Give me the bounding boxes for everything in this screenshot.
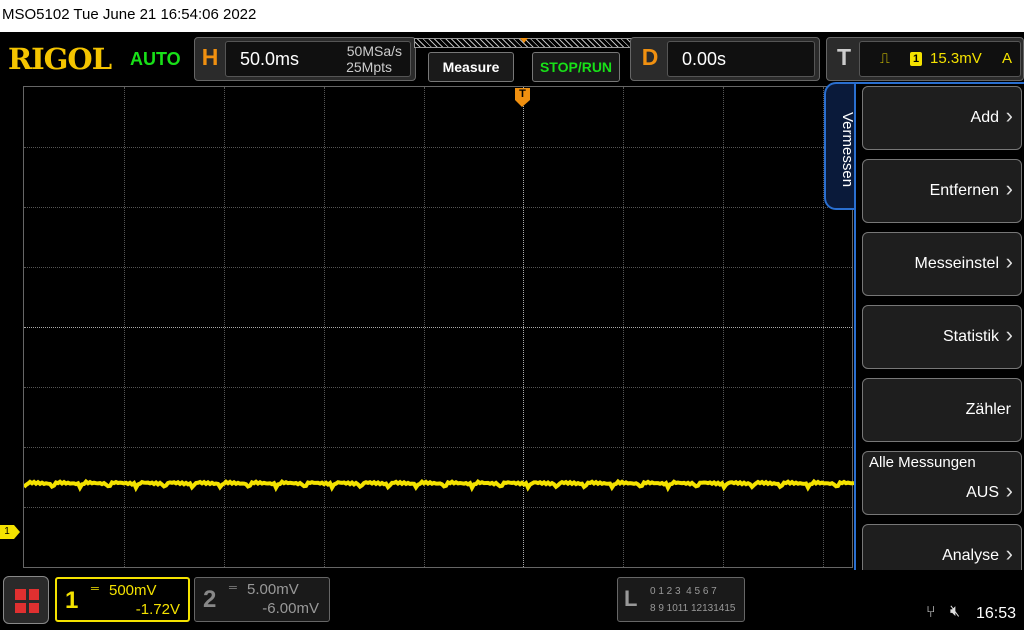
channel1-offset: -1.72V <box>135 601 180 618</box>
timebase-value: 50.0ms <box>240 49 300 69</box>
menu-item-label: Add <box>970 109 999 126</box>
menu-item-label: Messeinstel <box>914 255 999 272</box>
main-menu-button[interactable] <box>3 576 49 624</box>
trigger-level: 15.3mV <box>930 50 982 67</box>
trigger-marker-label: T <box>515 88 530 100</box>
chevron-right-icon: › <box>1005 176 1013 201</box>
menu-item-label: Zähler <box>965 401 1011 418</box>
dc-coupling-icon: ═ <box>91 583 99 595</box>
menu-item-alle-messungen[interactable]: Alle Messungen AUS › <box>862 451 1022 515</box>
channel1-offset-marker[interactable]: 1 <box>0 525 20 539</box>
clock-time: 16:53 <box>976 605 1017 622</box>
memory-depth: 25Mpts <box>346 59 392 75</box>
trigger-coupling: A <box>1001 50 1012 67</box>
menu-item-add[interactable]: Add › <box>862 86 1022 150</box>
delay-readout: 0.00s <box>667 41 815 77</box>
chevron-right-icon: › <box>1005 249 1013 274</box>
horizontal-panel[interactable]: H 50.0ms 50MSa/s 25Mpts <box>194 37 416 81</box>
trigger-marker-icon[interactable]: T <box>515 88 530 108</box>
channel2-status[interactable]: 2 ═ 5.00mV -6.00mV <box>194 577 330 622</box>
chevron-right-icon: › <box>1005 103 1013 128</box>
usb-icon: ⑂ <box>926 604 936 621</box>
menu-item-zaehler[interactable]: Zähler <box>862 378 1022 442</box>
channel1-status[interactable]: 1 ═ 500mV -1.72V <box>55 577 190 622</box>
horizontal-readout: 50.0ms 50MSa/s 25Mpts <box>225 41 411 77</box>
logic-channels-status[interactable]: L 0 1 2 3 4 5 6 7 8 9 1011 12131415 <box>617 577 745 622</box>
channel2-offset: -6.00mV <box>262 600 319 617</box>
delay-key: D <box>641 44 659 70</box>
channel1-trace <box>24 478 854 493</box>
sample-rate: 50MSa/s <box>346 43 402 59</box>
logic-channels-row1: 0 1 2 3 4 5 6 7 <box>650 586 717 597</box>
menu-item-entfernen[interactable]: Entfernen › <box>862 159 1022 223</box>
trigger-position-marker <box>520 38 528 43</box>
logic-key: L <box>624 586 638 611</box>
menu-item-statistik[interactable]: Statistik › <box>862 305 1022 369</box>
speaker-muted-icon[interactable]: 🔇︎ <box>950 603 960 621</box>
channel1-scale: 500mV <box>109 582 157 599</box>
grid-menu-icon <box>15 589 39 613</box>
trigger-key: T <box>836 44 852 70</box>
logic-channels-row2: 8 9 1011 12131415 <box>650 603 736 614</box>
chevron-right-icon: › <box>1005 541 1013 566</box>
brand-logo: RIGOL <box>8 42 112 76</box>
trigger-panel[interactable]: T ⎍ 1 15.3mV A <box>826 37 1024 81</box>
waveform-display[interactable] <box>23 86 854 568</box>
dc-coupling-icon: ═ <box>229 582 237 594</box>
menu-item-label: Analyse <box>942 547 999 564</box>
rising-edge-icon: ⎍ <box>880 50 890 66</box>
menu-item-value: AUS <box>966 484 999 501</box>
delay-panel[interactable]: D 0.00s <box>630 37 820 81</box>
stop-run-button[interactable]: STOP/RUN <box>532 52 620 82</box>
menu-item-label: Statistik <box>942 328 999 345</box>
menu-item-title: Alle Messungen <box>869 454 976 471</box>
menu-item-label: Entfernen <box>929 182 999 199</box>
channel2-scale: 5.00mV <box>247 581 299 598</box>
chevron-right-icon: › <box>1005 478 1013 503</box>
trigger-mode-label: AUTO <box>130 49 181 69</box>
measure-button[interactable]: Measure <box>428 52 514 82</box>
window-caption: MSO5102 Tue June 21 16:54:06 2022 <box>0 0 1024 32</box>
measure-menu-tab-label: Vermessen <box>839 112 856 188</box>
channel1-marker-label: 1 <box>0 525 14 539</box>
channel1-number: 1 <box>65 587 79 614</box>
chevron-right-icon: › <box>1005 322 1013 347</box>
trigger-readout: ⎍ 1 15.3mV A <box>859 41 1021 77</box>
trigger-source-badge: 1 <box>910 52 922 66</box>
menu-item-messeinstel[interactable]: Messeinstel › <box>862 232 1022 296</box>
channel2-number: 2 <box>203 586 217 613</box>
horizontal-key: H <box>201 44 219 70</box>
delay-value: 0.00s <box>682 49 727 69</box>
